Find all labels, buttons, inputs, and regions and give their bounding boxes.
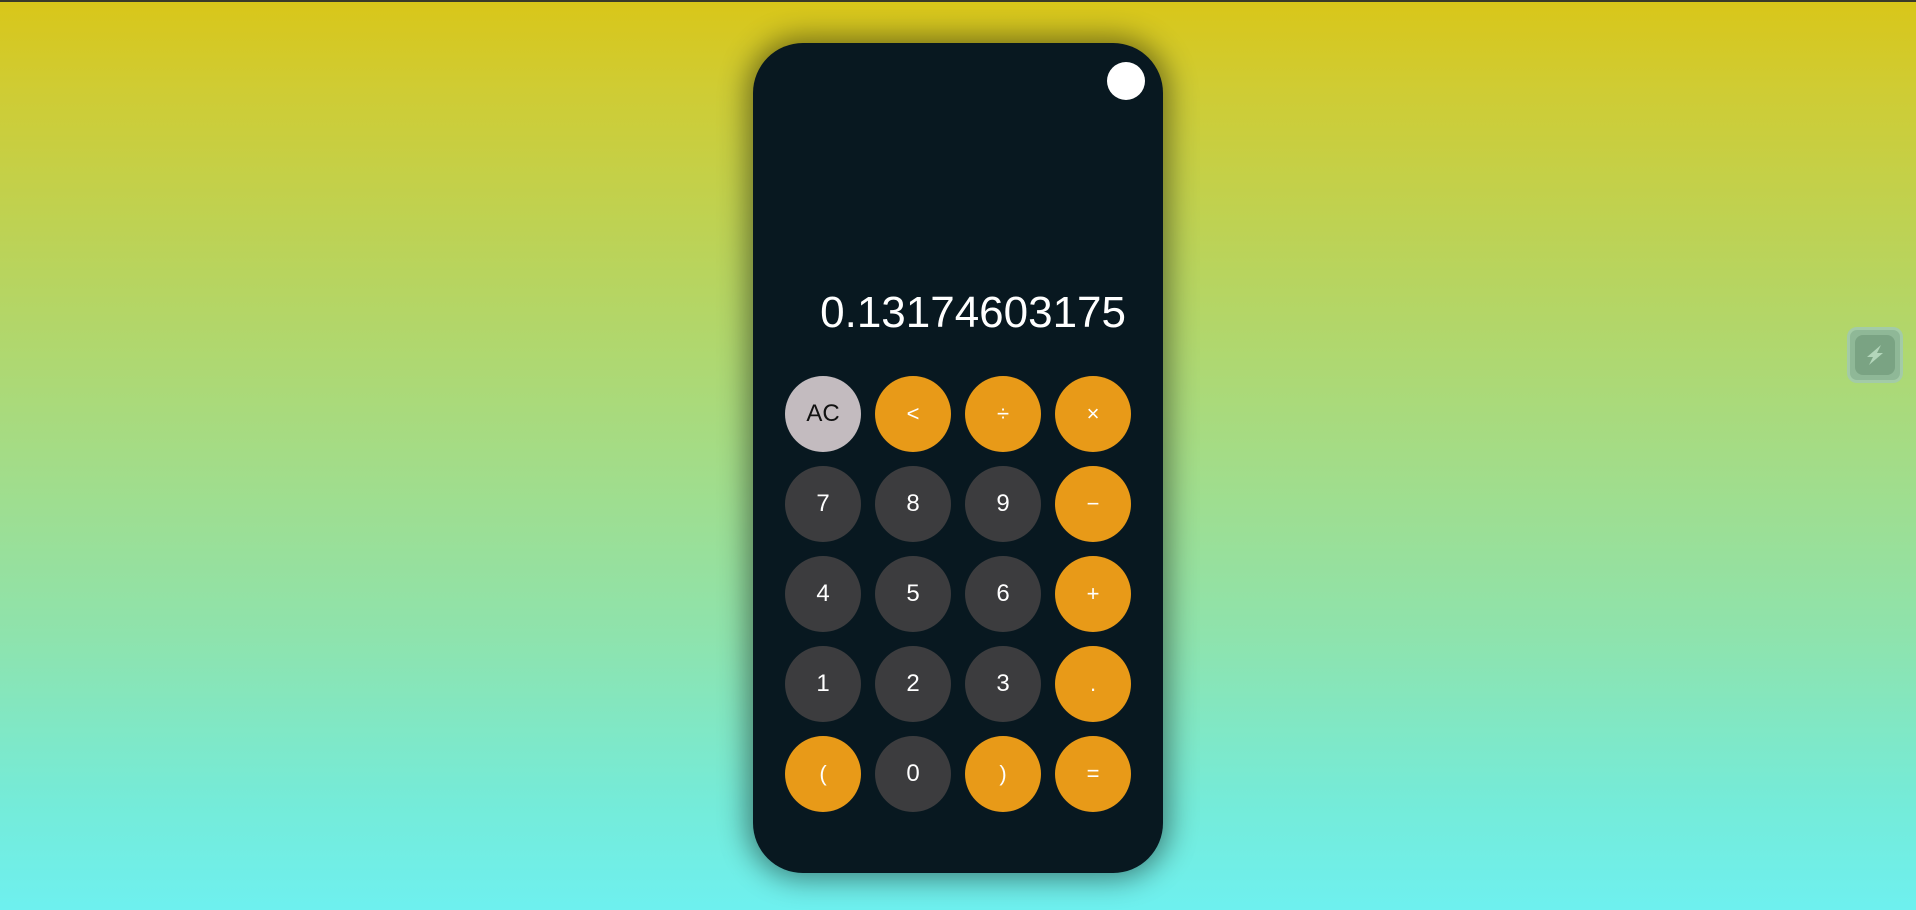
subtract-button[interactable]: − <box>1055 466 1131 542</box>
digit-7-button[interactable]: 7 <box>785 466 861 542</box>
digit-6-button[interactable]: 6 <box>965 556 1041 632</box>
extension-widget-button[interactable] <box>1847 327 1903 383</box>
digit-2-button[interactable]: 2 <box>875 646 951 722</box>
add-button[interactable]: + <box>1055 556 1131 632</box>
digit-1-button[interactable]: 1 <box>785 646 861 722</box>
result-display: 0.13174603175 <box>820 288 1126 337</box>
digit-5-button[interactable]: 5 <box>875 556 951 632</box>
theme-toggle-button[interactable] <box>1107 62 1145 100</box>
digit-9-button[interactable]: 9 <box>965 466 1041 542</box>
keypad: AC < ÷ × 7 8 9− 4 5 6 +1 2 3. (0) = <box>785 376 1131 812</box>
digit-8-button[interactable]: 8 <box>875 466 951 542</box>
calculator: 0.13174603175 AC < ÷ × 7 8 9− 4 5 6 +1 2 3. (0) = <box>753 43 1163 873</box>
equals-button[interactable]: = <box>1055 736 1131 812</box>
open-paren-button[interactable]: ( <box>785 736 861 812</box>
multiply-button[interactable]: × <box>1055 376 1131 452</box>
digit-3-button[interactable]: 3 <box>965 646 1041 722</box>
backspace-button[interactable]: < <box>875 376 951 452</box>
divide-button[interactable]: ÷ <box>965 376 1041 452</box>
clear-button[interactable]: AC <box>785 376 861 452</box>
extension-icon <box>1855 335 1895 375</box>
window-top-border <box>0 0 1916 2</box>
close-paren-button[interactable]: ) <box>965 736 1041 812</box>
digit-0-button[interactable]: 0 <box>875 736 951 812</box>
decimal-button[interactable]: . <box>1055 646 1131 722</box>
digit-4-button[interactable]: 4 <box>785 556 861 632</box>
